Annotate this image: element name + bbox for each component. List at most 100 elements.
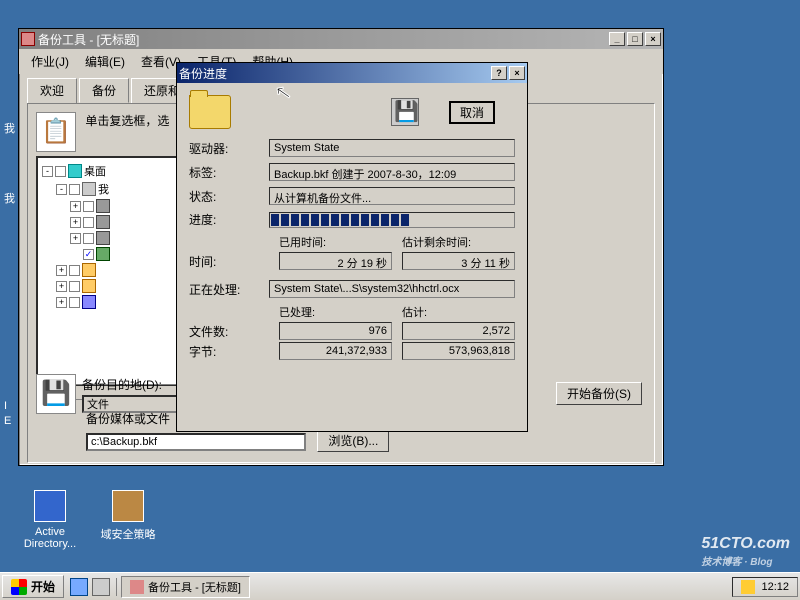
close-button[interactable]: × (645, 32, 661, 46)
start-backup-button[interactable]: 开始备份(S) (556, 382, 642, 405)
window-title: 备份工具 - [无标题] (38, 31, 609, 48)
disk-icon (391, 98, 419, 126)
progress-segment (321, 214, 329, 226)
instruction-icon (36, 112, 76, 152)
desktop-icon-ad[interactable]: Active Directory... (18, 490, 82, 550)
start-button[interactable]: 开始 (2, 575, 64, 598)
drive-value: System State (269, 139, 515, 157)
status-value: 从计算机备份文件... (269, 187, 515, 205)
files-estimate-value: 2,572 (402, 322, 515, 340)
tree-expander[interactable]: + (70, 201, 81, 212)
remain-value: 3 分 11 秒 (402, 252, 515, 270)
tree-checkbox[interactable] (69, 281, 80, 292)
media-path-input[interactable] (86, 433, 306, 451)
estimate-header: 估计: (402, 304, 515, 320)
tree-checkbox[interactable] (69, 184, 80, 195)
windows-flag-icon (11, 579, 27, 595)
tag-value: Backup.bkf 创建于 2007-8-30，12:09 (269, 163, 515, 181)
progress-bar (269, 212, 515, 228)
tree-expander[interactable]: + (56, 281, 67, 292)
system-tray[interactable]: 12:12 (732, 577, 798, 597)
drive-label: 驱动器: (189, 140, 269, 157)
tray-icon[interactable] (741, 580, 755, 594)
processed-header: 已处理: (279, 304, 392, 320)
tree-checkbox[interactable] (69, 297, 80, 308)
minimize-button[interactable]: _ (609, 32, 625, 46)
tree-item[interactable]: + (42, 230, 190, 246)
progress-titlebar[interactable]: 备份进度 ? × (177, 63, 527, 83)
tag-label: 标签: (189, 164, 269, 181)
domain-security-icon (112, 490, 144, 522)
tree-item[interactable]: + (42, 278, 190, 294)
tab-welcome[interactable]: 欢迎 (27, 78, 77, 103)
watermark-sub: 技术博客 · Blog (701, 553, 790, 568)
tree-label: 我 (98, 181, 109, 197)
elapsed-header: 已用时间: (279, 234, 392, 250)
progress-segment (281, 214, 289, 226)
tree-checkbox[interactable] (83, 249, 94, 260)
quick-ie-icon[interactable] (70, 578, 88, 596)
tab-backup[interactable]: 备份 (79, 78, 129, 103)
processing-label: 正在处理: (189, 281, 269, 298)
task-app-icon (130, 580, 144, 594)
close-button[interactable]: × (509, 66, 525, 80)
tree-checkbox[interactable] (69, 265, 80, 276)
tree-expander[interactable]: + (70, 217, 81, 228)
help-button[interactable]: ? (491, 66, 507, 80)
watermark: 51CTO.com 技术博客 · Blog (701, 535, 790, 568)
tree-item[interactable]: + (42, 214, 190, 230)
domain-security-label: 域安全策略 (96, 526, 160, 542)
bytes-estimate-value: 573,963,818 (402, 342, 515, 360)
tree-icon (82, 279, 96, 293)
time-row-label: 时间: (189, 253, 269, 270)
ad-icon (34, 490, 66, 522)
tree-icon (82, 295, 96, 309)
tree-icon (96, 247, 110, 261)
files-processed-value: 976 (279, 322, 392, 340)
progress-segment (271, 214, 279, 226)
desktop-icon-domain-security[interactable]: 域安全策略 (96, 490, 160, 542)
maximize-button[interactable]: □ (627, 32, 643, 46)
progress-segment (331, 214, 339, 226)
titlebar[interactable]: 备份工具 - [无标题] _ □ × (19, 29, 663, 49)
tree-checkbox[interactable] (83, 217, 94, 228)
tree-label: 桌面 (84, 163, 106, 179)
tree-expander[interactable]: - (42, 166, 53, 177)
tree-expander[interactable]: - (56, 184, 67, 195)
tree-checkbox[interactable] (83, 233, 94, 244)
tree-item[interactable]: -我 (42, 180, 190, 198)
progress-segment (391, 214, 399, 226)
tree-icon (68, 164, 82, 178)
remain-header: 估计剩余时间: (402, 234, 515, 250)
progress-segment (361, 214, 369, 226)
tree-item[interactable]: + (42, 262, 190, 278)
browse-button[interactable]: 浏览(B)... (317, 429, 389, 452)
file-tree[interactable]: -桌面-我++++++ (36, 156, 196, 386)
cancel-button[interactable]: 取消 (449, 101, 495, 124)
folder-icon (189, 95, 231, 129)
progress-label: 进度: (189, 211, 269, 228)
taskbar: 开始 备份工具 - [无标题] 12:12 (0, 572, 800, 600)
tree-checkbox[interactable] (83, 201, 94, 212)
tree-icon (96, 199, 110, 213)
menu-edit[interactable]: 编辑(E) (77, 51, 133, 72)
bytes-label: 字节: (189, 343, 269, 360)
desktop-label: I (4, 400, 7, 412)
tree-icon (96, 231, 110, 245)
processing-value: System State\...S\system32\hhctrl.ocx (269, 280, 515, 298)
tree-item[interactable]: + (42, 198, 190, 214)
tree-item[interactable]: + (42, 294, 190, 310)
tree-item[interactable]: - 桌面 (42, 162, 190, 180)
tree-item[interactable] (42, 246, 190, 262)
tree-expander[interactable]: + (70, 233, 81, 244)
menu-jobs[interactable]: 作业(J) (23, 51, 77, 72)
desktop-label: E (4, 415, 11, 427)
tree-expander[interactable]: + (56, 265, 67, 276)
task-button-backup[interactable]: 备份工具 - [无标题] (121, 576, 250, 598)
tree-checkbox[interactable] (55, 166, 66, 177)
backup-progress-dialog: 备份进度 ? × 取消 驱动器: System State 标签: Backup… (176, 62, 528, 432)
watermark-main: 51CTO.com (701, 535, 790, 553)
tree-expander[interactable]: + (56, 297, 67, 308)
desktop-label: 我 (4, 120, 15, 136)
quick-desktop-icon[interactable] (92, 578, 110, 596)
